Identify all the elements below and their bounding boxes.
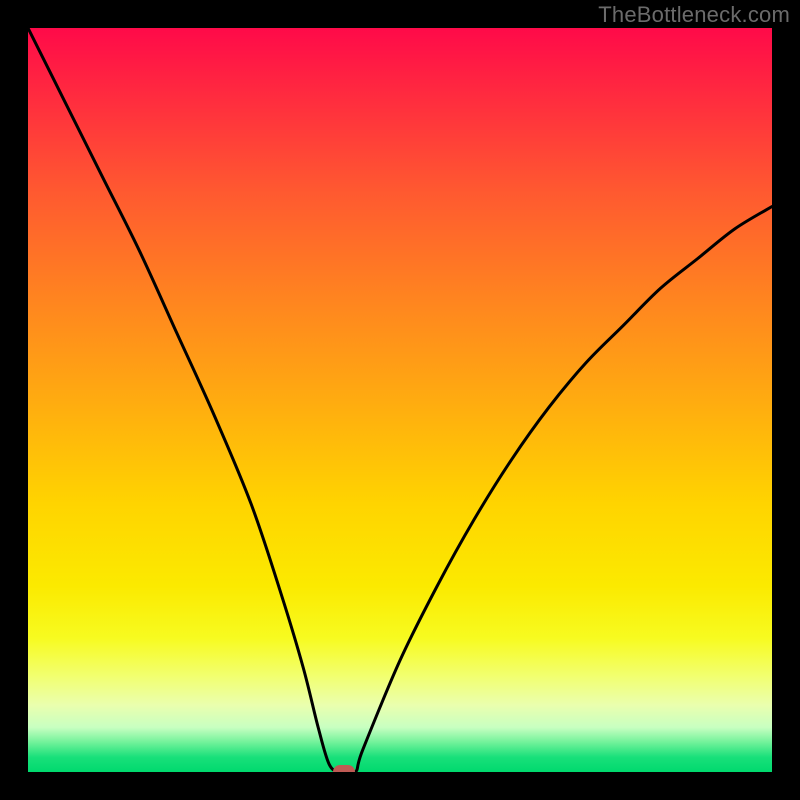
optimum-marker xyxy=(333,765,355,772)
bottleneck-curve xyxy=(28,28,772,772)
chart-frame: TheBottleneck.com xyxy=(0,0,800,800)
watermark-text: TheBottleneck.com xyxy=(598,2,790,28)
plot-area xyxy=(28,28,772,772)
